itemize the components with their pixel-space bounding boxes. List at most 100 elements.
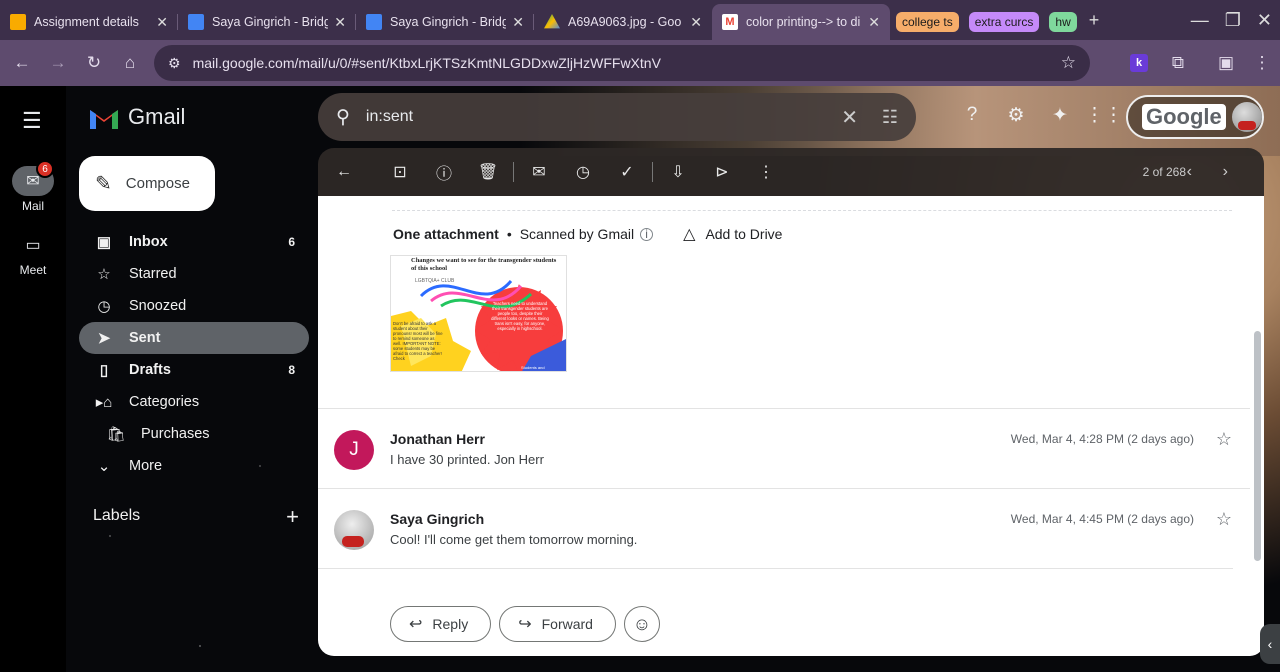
- restore-icon[interactable]: ❐: [1225, 10, 1241, 31]
- side-panel-toggle-icon[interactable]: ‹: [1260, 624, 1280, 664]
- back-to-list-icon[interactable]: ←: [322, 163, 366, 181]
- tab-title: Saya Gingrich - Bridg: [390, 15, 507, 29]
- snooze-icon[interactable]: ◷: [561, 162, 605, 182]
- search-icon[interactable]: ⚲: [336, 106, 350, 129]
- help-icon[interactable]: ?: [950, 104, 994, 127]
- poster-club: LGBTQIA+ CLUB: [415, 278, 455, 284]
- forward-button[interactable]: ↪ Forward: [499, 606, 616, 642]
- nav-item-more[interactable]: ⌄ More: [79, 450, 309, 482]
- compose-button[interactable]: ✎ Compose: [79, 156, 215, 211]
- browser-tab[interactable]: Saya Gingrich - Bridg ✕: [178, 4, 356, 40]
- browser-tab[interactable]: A69A9063.jpg - Goo ✕: [534, 4, 712, 40]
- gmail-logo[interactable]: Gmail: [88, 104, 185, 130]
- clear-search-icon[interactable]: ✕: [841, 105, 858, 130]
- tab-group-chip[interactable]: hw: [1049, 12, 1077, 32]
- delete-icon[interactable]: 🗑: [466, 162, 510, 182]
- drive-favicon-icon: [544, 14, 560, 29]
- app-rail: ✉ 6 Mail ▭ Meet: [0, 86, 66, 672]
- chevron-down-icon: ⌄: [97, 458, 111, 475]
- browser-tab-active[interactable]: M color printing--> to di ✕: [712, 4, 890, 40]
- forward-icon[interactable]: →: [40, 53, 76, 73]
- nav-label: More: [129, 458, 163, 474]
- older-chevron-right-icon[interactable]: ›: [1223, 163, 1228, 181]
- label-icon[interactable]: ⊳: [700, 162, 744, 182]
- header-actions: ? ⚙ ✦ ⋮⋮: [950, 104, 1126, 127]
- close-icon[interactable]: ✕: [868, 14, 880, 31]
- emoji-reaction-icon[interactable]: ☺: [623, 606, 660, 642]
- message-date: Wed, Mar 4, 4:28 PM (2 days ago): [1010, 432, 1194, 446]
- star-icon[interactable]: ☆: [1216, 429, 1232, 450]
- new-tab-icon[interactable]: +: [1089, 10, 1100, 31]
- star-icon[interactable]: ☆: [1216, 509, 1232, 530]
- mark-unread-icon[interactable]: ✉: [517, 162, 561, 182]
- divider: [318, 408, 1250, 409]
- nav-count: 8: [288, 363, 295, 377]
- home-icon[interactable]: ⌂: [112, 53, 148, 73]
- close-window-icon[interactable]: ✕: [1257, 10, 1272, 31]
- newer-chevron-left-icon[interactable]: ‹: [1187, 163, 1192, 181]
- back-icon[interactable]: ←: [4, 53, 40, 73]
- nav-item-inbox[interactable]: ▣ Inbox 6: [79, 226, 309, 258]
- tab-group-chip[interactable]: extra curcs: [968, 12, 1040, 32]
- rail-meet[interactable]: ▭ Meet: [0, 230, 66, 277]
- info-icon[interactable]: i: [640, 227, 654, 241]
- reply-arrow-icon: ↩: [409, 616, 423, 633]
- nav-item-snoozed[interactable]: ◷ Snoozed: [79, 290, 309, 322]
- collapsed-message[interactable]: Saya Gingrich Cool! I'll come get them t…: [318, 490, 1250, 568]
- nav-item-categories[interactable]: ▸⌂ Categories: [79, 386, 309, 418]
- search-input[interactable]: in:sent: [366, 108, 413, 126]
- close-icon[interactable]: ✕: [156, 14, 168, 31]
- add-label-icon[interactable]: +: [286, 504, 299, 530]
- nav-item-sent[interactable]: ➤ Sent: [79, 322, 309, 354]
- menu-dots-icon[interactable]: ⋮: [1244, 53, 1280, 73]
- nav-item-starred[interactable]: ☆ Starred: [79, 258, 309, 290]
- extension-k-icon[interactable]: k: [1130, 54, 1148, 72]
- close-icon[interactable]: ✕: [334, 14, 346, 31]
- reply-button[interactable]: ↩ Reply: [390, 606, 492, 642]
- collapsed-message[interactable]: J Jonathan Herr I have 30 printed. Jon H…: [318, 410, 1250, 488]
- move-to-icon[interactable]: ⇩: [656, 162, 700, 182]
- send-icon: ➤: [97, 330, 111, 347]
- inbox-icon: ▣: [96, 234, 112, 251]
- reply-actions: ↩ Reply ↪ Forward ☺: [390, 606, 660, 642]
- archive-icon[interactable]: ⊡: [378, 162, 422, 182]
- docs-favicon-icon: [366, 14, 382, 30]
- message-snippet: Cool! I'll come get them tomorrow mornin…: [390, 532, 638, 547]
- docs-favicon-icon: [188, 14, 204, 30]
- nav-item-drafts[interactable]: ▯ Drafts 8: [79, 354, 309, 386]
- tab-group-chip[interactable]: college ts: [896, 12, 959, 32]
- settings-gear-icon[interactable]: ⚙: [994, 104, 1038, 127]
- search-bar[interactable]: ⚲ in:sent ✕ ☷: [318, 93, 916, 141]
- bookmark-star-icon[interactable]: ☆: [1061, 53, 1076, 73]
- media-icon[interactable]: ▣: [1208, 53, 1244, 73]
- add-task-icon[interactable]: ✓: [605, 162, 649, 182]
- poster-right-text: Teachers need to understand their transg…: [491, 301, 549, 331]
- apps-grid-icon[interactable]: ⋮⋮: [1082, 104, 1126, 127]
- avatar: [1231, 102, 1262, 132]
- nav-item-purchases[interactable]: 🛍 Purchases: [79, 418, 309, 450]
- rail-mail[interactable]: ✉ 6 Mail: [0, 160, 66, 213]
- avatar: J: [334, 430, 374, 470]
- scrollbar-thumb[interactable]: [1254, 331, 1261, 561]
- close-icon[interactable]: ✕: [512, 14, 524, 31]
- extensions-puzzle-icon[interactable]: ⧉: [1160, 53, 1196, 73]
- site-info-icon[interactable]: ⚙: [168, 55, 181, 72]
- attachment-thumbnail[interactable]: Changes we want to see for the transgend…: [390, 255, 567, 372]
- add-to-drive-button[interactable]: △ Add to Drive: [683, 224, 782, 244]
- poster-corner-text: Students and: [521, 365, 545, 370]
- file-icon: ▯: [99, 362, 109, 379]
- add-to-drive-label: Add to Drive: [705, 226, 783, 242]
- browser-tab[interactable]: Saya Gingrich - Bridg ✕: [356, 4, 534, 40]
- gemini-sparkle-icon[interactable]: ✦: [1038, 104, 1082, 127]
- close-icon[interactable]: ✕: [690, 14, 702, 31]
- address-bar[interactable]: ⚙ mail.google.com/mail/u/0/#sent/KtbxLrj…: [154, 45, 1090, 81]
- reload-icon[interactable]: ↻: [76, 53, 112, 73]
- browser-tab[interactable]: Assignment details ✕: [0, 4, 178, 40]
- scrollbar[interactable]: [1250, 196, 1264, 656]
- more-options-icon[interactable]: ⋮: [744, 162, 788, 182]
- report-spam-icon[interactable]: ⓘ: [422, 160, 466, 184]
- account-switcher[interactable]: Google: [1126, 95, 1264, 139]
- main-menu-icon[interactable]: ☰: [22, 108, 42, 134]
- search-options-icon[interactable]: ☷: [882, 107, 898, 128]
- minimize-icon[interactable]: —: [1191, 10, 1209, 31]
